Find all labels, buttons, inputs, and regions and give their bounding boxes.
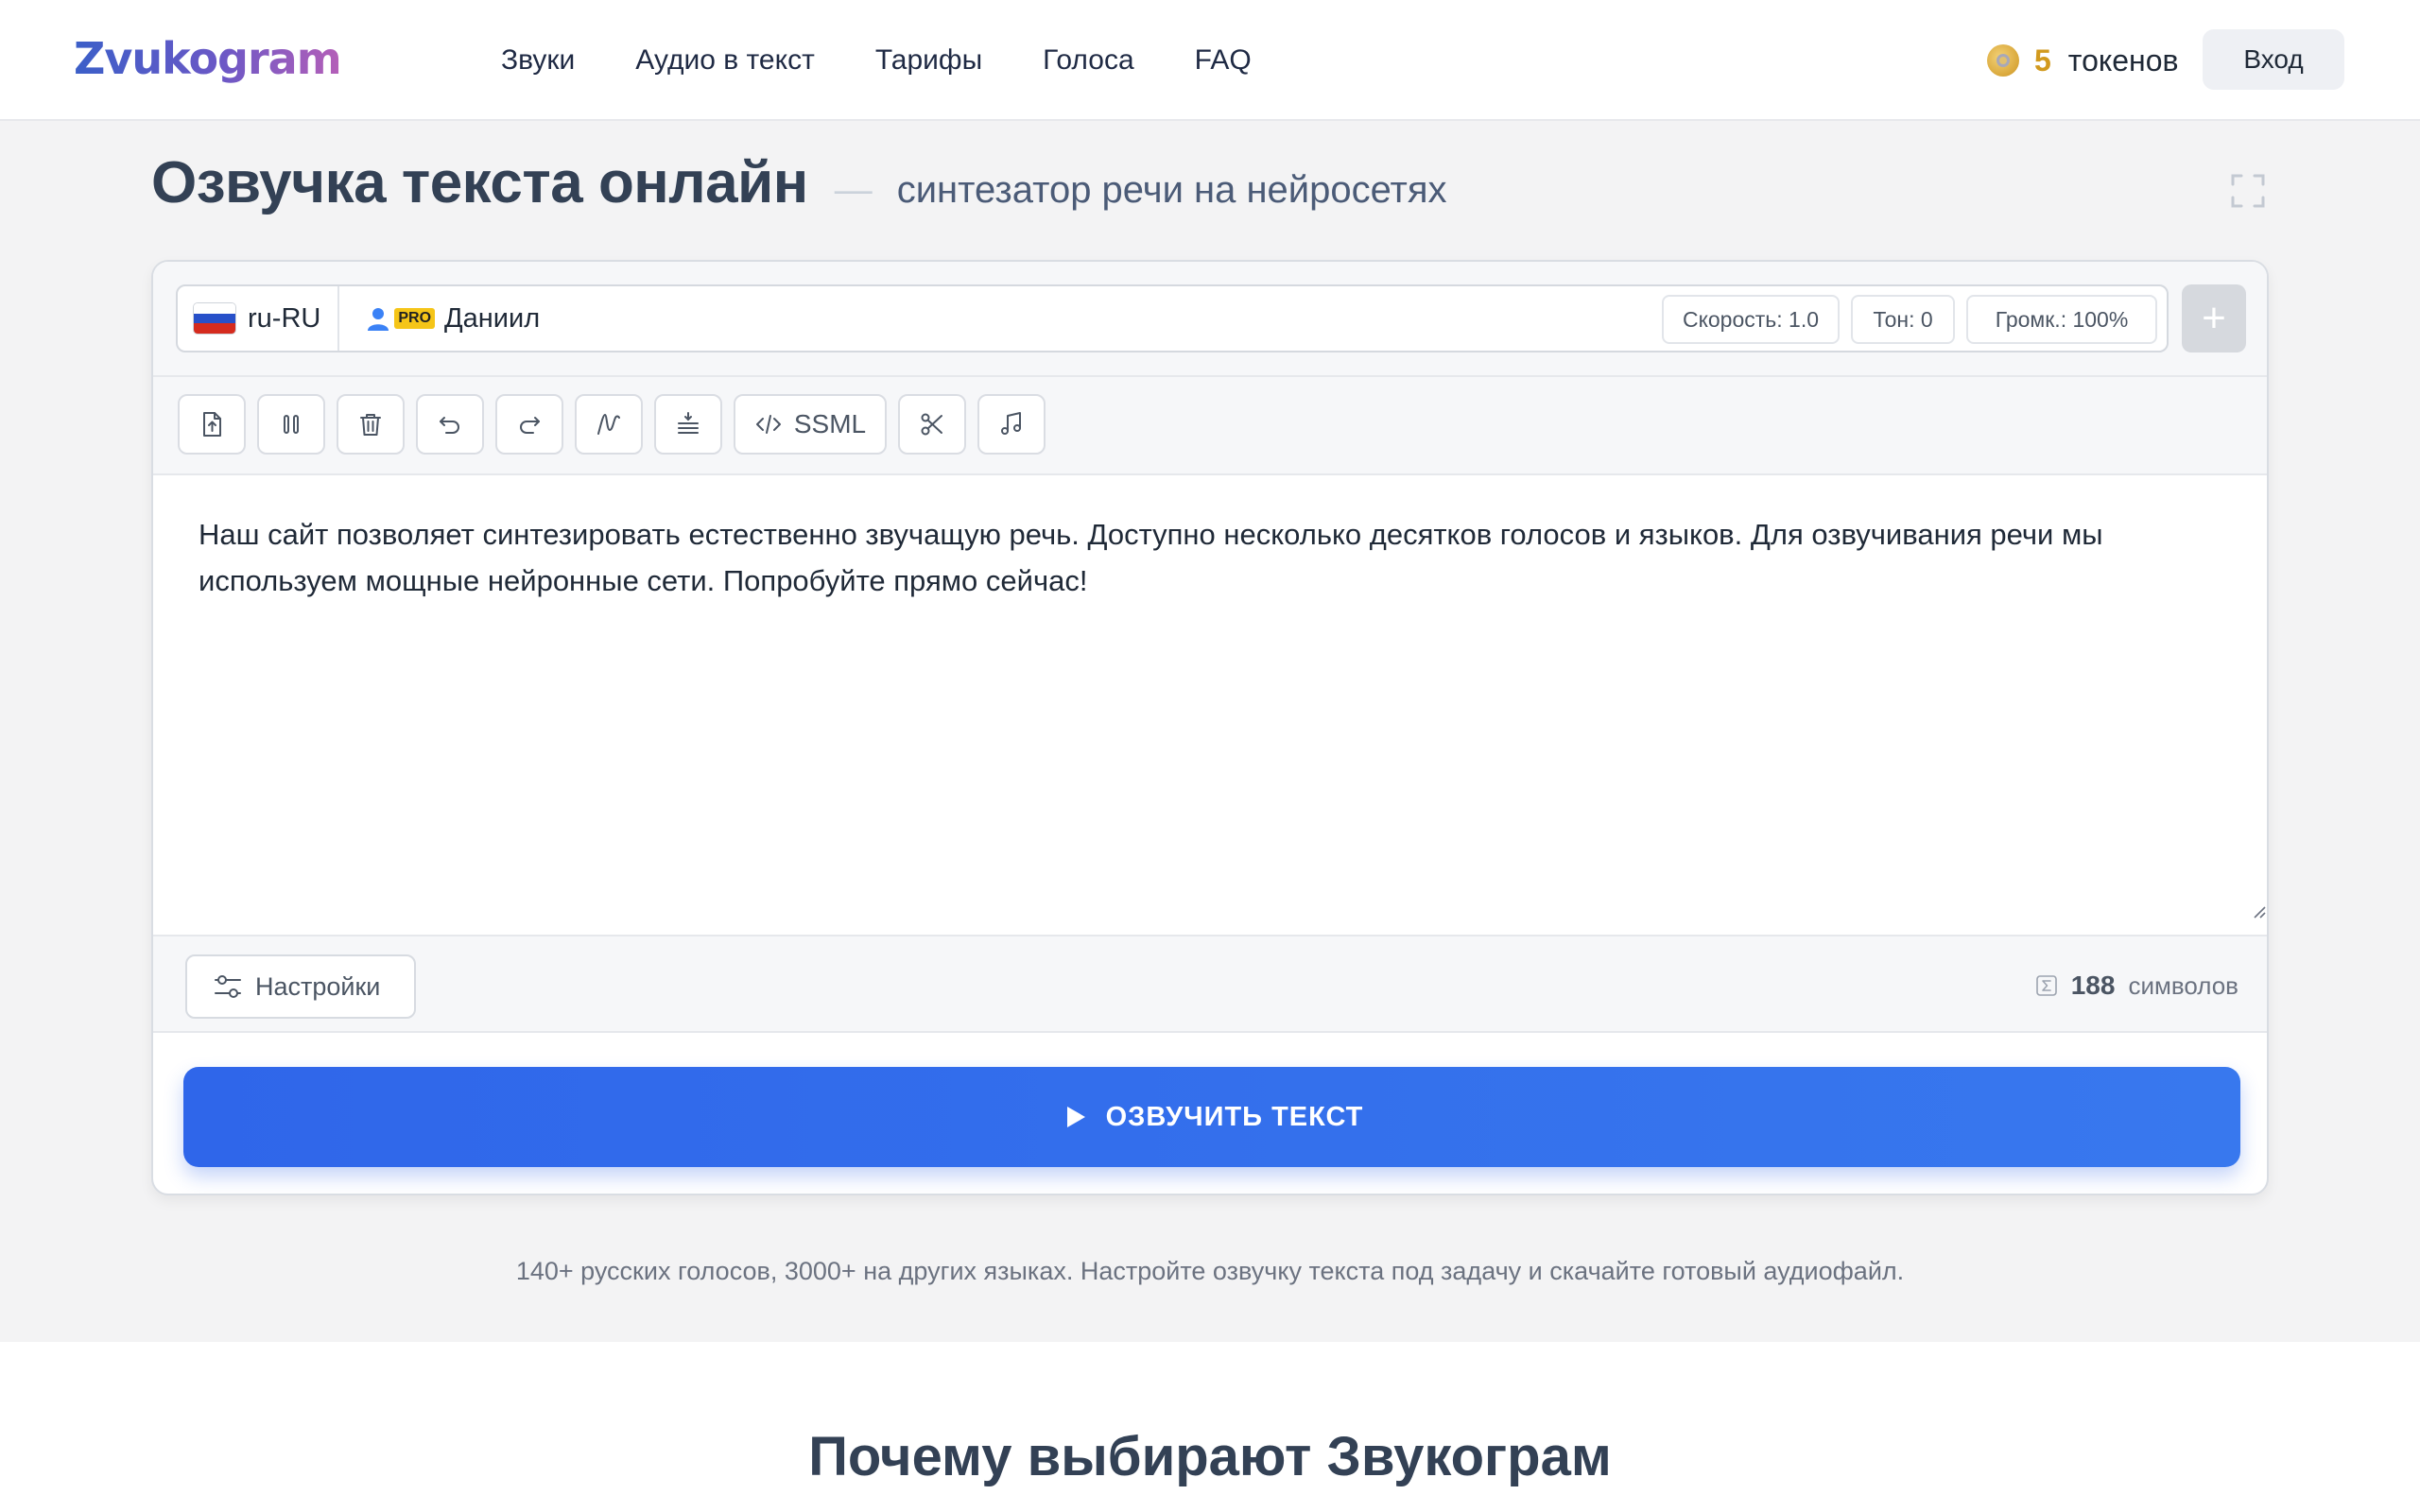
token-count: 5 [2034,43,2051,77]
logo-text: Zvukogram [74,28,342,89]
nav-sounds[interactable]: Звуки [501,44,575,77]
text-editor[interactable]: Наш сайт позволяет синтезировать естеств… [153,475,2267,935]
token-label: токенов [2067,43,2179,77]
fullscreen-icon[interactable] [2229,172,2267,210]
coin-icon [1987,44,2019,77]
tts-editor-card: ru-RU PRO Даниил Скорость: 1.0 Тон: 0 Гр… [151,260,2269,1195]
voice-name: Даниил [444,302,541,334]
sigma-icon [2035,975,2057,996]
why-title: Почему выбирают Звукограм [808,1426,1612,1487]
intonation-button[interactable] [575,394,643,455]
editor-footer: Настройки 188 символов [153,935,2267,1035]
pro-badge: PRO [394,308,436,329]
logo[interactable]: Zvukogram [74,28,440,89]
nav-pricing[interactable]: Тарифы [875,44,982,77]
align-pause-icon [678,412,699,434]
nav-audio-to-text[interactable]: Аудио в текст [635,44,815,77]
undo-icon [440,417,459,434]
voice-name-selector[interactable]: PRO Даниил [339,303,540,335]
sliders-icon [215,975,241,998]
editor-text[interactable]: Наш сайт позволяет синтезировать естеств… [199,511,2225,604]
pause-button[interactable] [257,394,325,455]
volume-setting[interactable]: Громк.: 100% [1966,295,2157,344]
music-button[interactable] [977,394,1046,455]
ssml-button[interactable]: SSML [734,394,887,455]
language-selector[interactable]: ru-RU [178,286,340,351]
pause-icon [284,415,299,434]
nav-faq[interactable]: FAQ [1195,44,1252,77]
voice-bar: ru-RU PRO Даниил Скорость: 1.0 Тон: 0 Гр… [153,262,2267,377]
file-upload-icon [203,412,221,437]
pause-insert-button[interactable] [654,394,722,455]
top-header: Zvukogram Звуки Аудио в текст Тарифы Гол… [0,0,2420,121]
tone-setting[interactable]: Тон: 0 [1851,295,1955,344]
speak-button-label: ОЗВУЧИТЬ ТЕКСТ [1105,1101,1364,1132]
login-button[interactable]: Вход [2203,29,2344,90]
editor-toolbar: SSML [153,377,2267,475]
settings-label: Настройки [255,971,381,1001]
title-dash: — [834,169,873,211]
page-title: Озвучка текста онлайн [151,150,808,215]
redo-button[interactable] [495,394,563,455]
voice-selector[interactable]: ru-RU PRO Даниил Скорость: 1.0 Тон: 0 Гр… [176,284,2169,352]
character-counter: 188 символов [2035,936,2238,1035]
speak-text-button[interactable]: ОЗВУЧИТЬ ТЕКСТ [183,1067,2240,1167]
sound-wave-icon [350,40,438,77]
language-code: ru-RU [248,302,321,334]
settings-button[interactable]: Настройки [185,954,416,1019]
character-count: 188 [2070,971,2116,1000]
russia-flag-icon [193,302,236,335]
scissors-icon [921,413,942,436]
ssml-label: SSML [793,409,867,438]
undo-button[interactable] [416,394,484,455]
token-balance[interactable]: 5 токенов [1987,0,2179,121]
play-icon [1066,1107,1085,1127]
music-note-icon [1001,412,1021,435]
info-line: 140+ русских голосов, 3000+ на других яз… [515,1257,1905,1285]
user-icon [368,308,389,331]
main-nav: Звуки Аудио в текст Тарифы Голоса FAQ [501,0,1312,121]
nav-voices[interactable]: Голоса [1043,44,1133,77]
cut-button[interactable] [898,394,966,455]
intonation-wave-icon [597,414,620,435]
trash-icon [360,414,381,436]
page-heading: Озвучка текста онлайн — синтезатор речи … [151,149,1447,216]
upload-file-button[interactable] [178,394,246,455]
resize-handle-icon[interactable] [2250,902,2267,919]
character-label: символов [2128,971,2238,1000]
code-icon [755,415,781,434]
add-voice-button[interactable]: + [2182,284,2246,352]
page-subtitle: синтезатор речи на нейросетях [896,169,1447,211]
delete-button[interactable] [337,394,405,455]
redo-icon [520,417,540,434]
speed-setting[interactable]: Скорость: 1.0 [1662,295,1840,344]
